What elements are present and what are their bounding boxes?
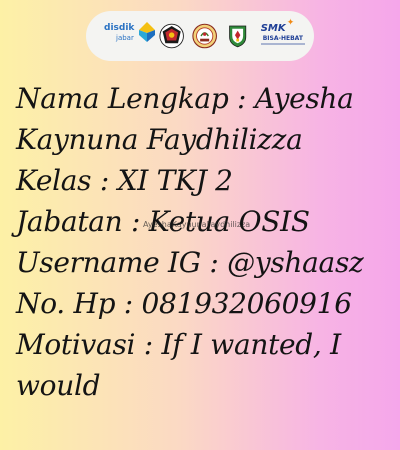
logo-bar: disdik jabar SMK ✦ BISA-HEBAT xyxy=(86,11,314,61)
profile-line-motivation-cont: would xyxy=(16,369,101,402)
profile-line-full-name: Nama Lengkap : Ayesha xyxy=(16,82,354,115)
smk-bisa-hebat-logo: SMK ✦ BISA-HEBAT xyxy=(259,18,305,53)
west-java-emblem-logo xyxy=(229,25,247,48)
disdik-jabar-logo: disdik jabar xyxy=(100,19,155,53)
poster: { "header": { "logos": [ {"name": "disdi… xyxy=(0,0,400,450)
school-seal-logo xyxy=(159,23,184,49)
divider xyxy=(260,43,305,45)
disdik-logo-text: disdik xyxy=(104,23,135,33)
smk-logo-subtext: BISA-HEBAT xyxy=(262,35,303,42)
profile-line-class: Kelas : XI TKJ 2 xyxy=(16,164,233,197)
smk-logo-text: SMK xyxy=(260,23,286,34)
watermark-text: AyeshaKaynunaFaydhilizza xyxy=(143,220,251,229)
disdik-logo-subtext: jabar xyxy=(116,34,134,42)
profile-line-instagram: Username IG : @yshaasz xyxy=(16,246,364,279)
profile-line-full-name-cont: Kaynuna Faydhilizza xyxy=(16,123,303,156)
profile-text: Nama Lengkap : Ayesha Kaynuna Faydhilizz… xyxy=(16,78,394,406)
disdik-mark-icon xyxy=(139,22,155,42)
star-icon: ✦ xyxy=(286,18,295,28)
profile-line-motivation: Motivasi : If I wanted, I xyxy=(16,328,341,361)
regional-emblem-logo xyxy=(192,23,218,49)
profile-line-phone: No. Hp : 081932060916 xyxy=(16,287,352,320)
